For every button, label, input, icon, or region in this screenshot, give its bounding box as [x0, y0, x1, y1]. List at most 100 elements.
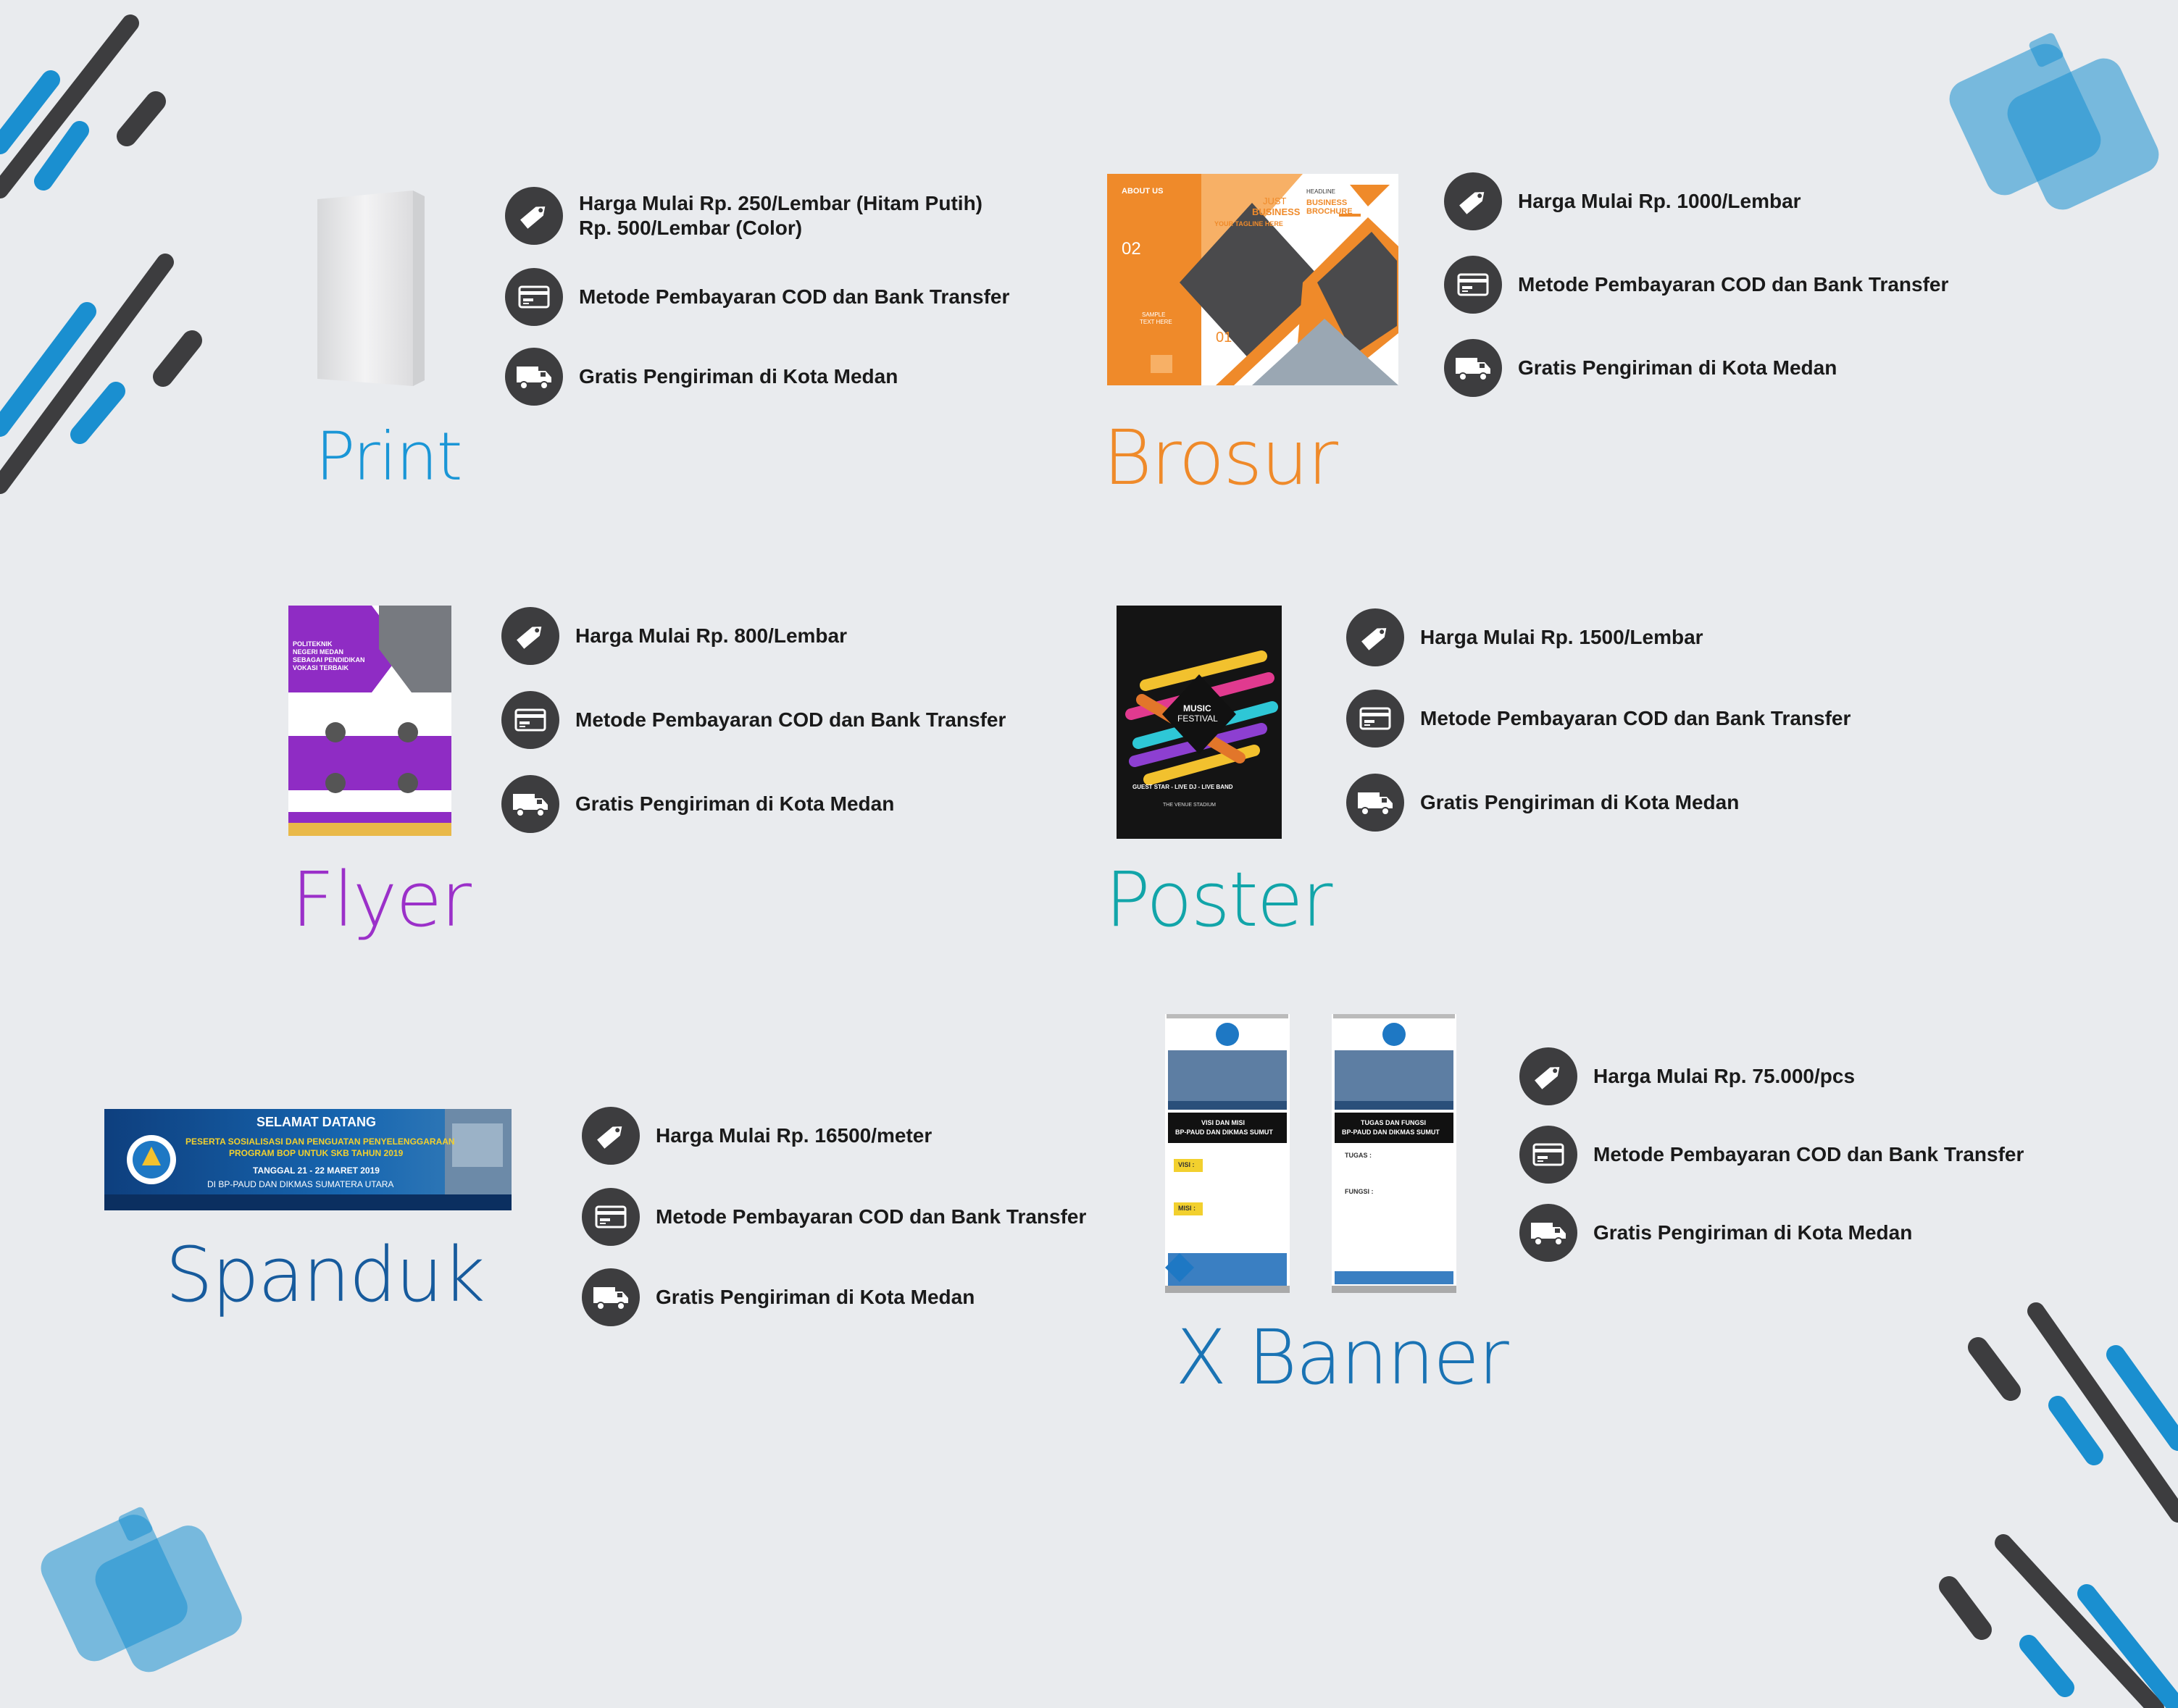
- xbanner-title: X Banner: [1175, 1313, 1509, 1402]
- shipping-text: Gratis Pengiriman di Kota Medan: [1420, 791, 1740, 813]
- delivery-truck-icon: [501, 775, 559, 833]
- feature-price: Harga Mulai Rp. 1000/Lembar: [1444, 172, 1801, 230]
- price-text: Harga Mulai Rp. 16500/meter: [656, 1124, 932, 1147]
- price-text: Harga Mulai Rp. 1000/Lembar: [1518, 190, 1801, 212]
- brosur-brochure-a: BUSINESS: [1306, 198, 1348, 207]
- feature-payment: Metode Pembayaran COD dan Bank Transfer: [505, 268, 1009, 326]
- flyer-line-3: SEBAGAI PENDIDIKAN: [293, 656, 365, 663]
- xbanner-right-image: TUGAS DAN FUNGSI BP-PAUD DAN DIKMAS SUMU…: [1332, 1014, 1456, 1293]
- feature-payment: Metode Pembayaran COD dan Bank Transfer: [1444, 256, 1948, 314]
- brosur-sample: SAMPLE: [1142, 311, 1166, 318]
- print-title: Print: [315, 418, 463, 495]
- delivery-truck-icon: [1346, 774, 1404, 832]
- brosur-tagline: YOUR TAGLINE HERE: [1214, 220, 1283, 227]
- payment-card-icon: [1346, 690, 1404, 748]
- feature-payment: Metode Pembayaran COD dan Bank Transfer: [1346, 690, 1851, 748]
- flyer-line-4: VOKASI TERBAIK: [293, 664, 349, 671]
- brosur-brochure-b: BROCHURE: [1306, 207, 1353, 216]
- brosur-text-here: TEXT HERE: [1140, 319, 1172, 325]
- poster-product-image: MUSIC FESTIVAL GUEST STAR - LIVE DJ - LI…: [1117, 606, 1282, 839]
- xbanner-right-head-2: BP-PAUD DAN DIKMAS SUMUT: [1342, 1129, 1440, 1136]
- poster-venue: THE VENUE STADIUM: [1163, 803, 1216, 808]
- payment-card-icon: [505, 268, 563, 326]
- shipping-text: Gratis Pengiriman di Kota Medan: [575, 792, 895, 815]
- price-tag-icon: [1519, 1047, 1577, 1105]
- spanduk-date: TANGGAL 21 - 22 MARET 2019: [253, 1165, 380, 1176]
- flyer-line-2: NEGERI MEDAN: [293, 648, 344, 656]
- feature-payment: Metode Pembayaran COD dan Bank Transfer: [1519, 1126, 2024, 1184]
- spanduk-place: DI BP-PAUD DAN DIKMAS SUMATERA UTARA: [207, 1179, 394, 1189]
- price-text: Harga Mulai Rp. 800/Lembar: [575, 624, 848, 647]
- xbanner-right-head-1: TUGAS DAN FUNGSI: [1361, 1119, 1426, 1126]
- flyer-line-1: POLITEKNIK: [293, 640, 333, 648]
- price-tag-icon: [501, 607, 559, 665]
- shipping-text: Gratis Pengiriman di Kota Medan: [1518, 356, 1837, 379]
- price-text: Harga Mulai Rp. 75.000/pcs: [1593, 1065, 1856, 1087]
- feature-shipping: Gratis Pengiriman di Kota Medan: [501, 775, 894, 833]
- spanduk-title: Spanduk: [165, 1231, 485, 1319]
- brosur-just: JUST: [1263, 196, 1287, 206]
- spanduk-welcome: SELAMAT DATANG: [256, 1115, 376, 1129]
- flyer-product-image: POLITEKNIK NEGERI MEDAN SEBAGAI PENDIDIK…: [288, 606, 451, 836]
- spanduk-line-2: PROGRAM BOP UNTUK SKB TAHUN 2019: [229, 1148, 404, 1158]
- delivery-truck-icon: [505, 348, 563, 406]
- feature-shipping: Gratis Pengiriman di Kota Medan: [582, 1268, 975, 1326]
- price-tag-icon: [582, 1107, 640, 1165]
- brosur-product-image: ABOUT US 02 JUST BUSINESS YOUR TAGLINE H…: [1107, 174, 1398, 385]
- poster-title: Poster: [1105, 855, 1332, 944]
- feature-shipping: Gratis Pengiriman di Kota Medan: [1346, 774, 1739, 832]
- xbanner-left-head-1: VISI DAN MISI: [1201, 1119, 1246, 1126]
- payment-card-icon: [1444, 256, 1502, 314]
- spanduk-line-1: PESERTA SOSIALISASI DAN PENGUATAN PENYEL…: [185, 1136, 455, 1147]
- payment-text: Metode Pembayaran COD dan Bank Transfer: [575, 708, 1006, 731]
- price-text: Harga Mulai Rp. 1500/Lembar: [1420, 626, 1703, 648]
- shipping-text: Gratis Pengiriman di Kota Medan: [579, 365, 898, 388]
- xbanner-visi: VISI :: [1178, 1161, 1195, 1168]
- payment-card-icon: [582, 1188, 640, 1246]
- payment-text: Metode Pembayaran COD dan Bank Transfer: [656, 1205, 1087, 1228]
- feature-price: Harga Mulai Rp. 250/Lembar (Hitam Putih)…: [505, 187, 982, 245]
- shipping-text: Gratis Pengiriman di Kota Medan: [656, 1286, 975, 1308]
- feature-price: Harga Mulai Rp. 800/Lembar: [501, 607, 847, 665]
- feature-shipping: Gratis Pengiriman di Kota Medan: [1444, 339, 1837, 397]
- price-tag-icon: [505, 187, 563, 245]
- delivery-truck-icon: [582, 1268, 640, 1326]
- brosur-headline: HEADLINE: [1306, 188, 1336, 195]
- price-tag-icon: [1444, 172, 1502, 230]
- brosur-title: Brosur: [1103, 414, 1338, 502]
- feature-payment: Metode Pembayaran COD dan Bank Transfer: [582, 1188, 1086, 1246]
- delivery-truck-icon: [1444, 339, 1502, 397]
- flyer-title: Flyer: [291, 855, 472, 944]
- spanduk-product-image: SELAMAT DATANG PESERTA SOSIALISASI DAN P…: [104, 1109, 512, 1210]
- poster-music: MUSIC: [1183, 703, 1211, 713]
- brosur-num-a: 02: [1122, 239, 1141, 259]
- xbanner-fungsi: FUNGSI :: [1345, 1188, 1374, 1195]
- shipping-text: Gratis Pengiriman di Kota Medan: [1593, 1221, 1913, 1244]
- print-product-image: [304, 185, 431, 391]
- payment-card-icon: [1519, 1126, 1577, 1184]
- xbanner-misi: MISI :: [1178, 1205, 1196, 1212]
- brosur-num-b: 01: [1216, 330, 1232, 346]
- feature-shipping: Gratis Pengiriman di Kota Medan: [505, 348, 898, 406]
- xbanner-left-head-2: BP-PAUD DAN DIKMAS SUMUT: [1175, 1129, 1273, 1136]
- feature-payment: Metode Pembayaran COD dan Bank Transfer: [501, 691, 1006, 749]
- feature-price: Harga Mulai Rp. 1500/Lembar: [1346, 608, 1703, 666]
- payment-text: Metode Pembayaran COD dan Bank Transfer: [1420, 707, 1851, 729]
- brosur-about: ABOUT US: [1122, 187, 1164, 196]
- price-line-2: Rp. 500/Lembar (Color): [579, 217, 803, 239]
- poster-guest: GUEST STAR - LIVE DJ - LIVE BAND: [1132, 784, 1233, 790]
- feature-price: Harga Mulai Rp. 16500/meter: [582, 1107, 932, 1165]
- brosur-business: BUSINESS: [1252, 206, 1301, 217]
- feature-price: Harga Mulai Rp. 75.000/pcs: [1519, 1047, 1855, 1105]
- xbanner-tugas: TUGAS :: [1345, 1152, 1372, 1159]
- payment-text: Metode Pembayaran COD dan Bank Transfer: [1518, 273, 1949, 296]
- delivery-truck-icon: [1519, 1204, 1577, 1262]
- price-line-1: Harga Mulai Rp. 250/Lembar (Hitam Putih): [579, 192, 982, 214]
- payment-text: Metode Pembayaran COD dan Bank Transfer: [1593, 1143, 2024, 1165]
- poster-festival: FESTIVAL: [1177, 713, 1218, 724]
- price-tag-icon: [1346, 608, 1404, 666]
- feature-shipping: Gratis Pengiriman di Kota Medan: [1519, 1204, 1912, 1262]
- payment-card-icon: [501, 691, 559, 749]
- xbanner-left-image: VISI DAN MISI BP-PAUD DAN DIKMAS SUMUT V…: [1165, 1014, 1290, 1293]
- payment-text: Metode Pembayaran COD dan Bank Transfer: [579, 285, 1010, 308]
